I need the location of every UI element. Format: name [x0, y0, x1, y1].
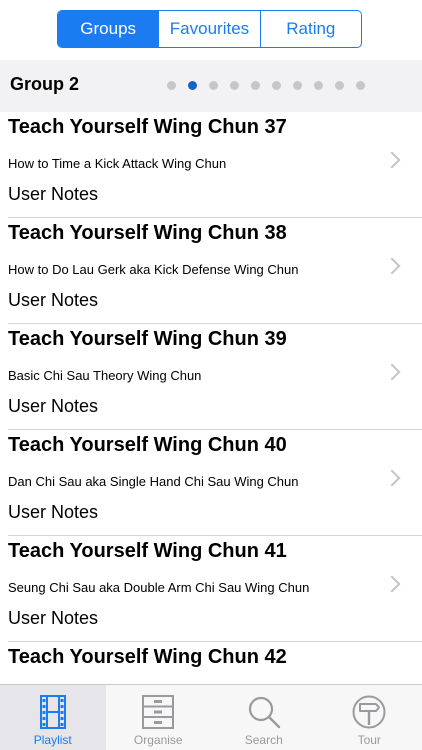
item-title: Teach Yourself Wing Chun 37	[8, 116, 287, 138]
item-subtitle: Dan Chi Sau aka Single Hand Chi Sau Wing…	[8, 474, 299, 489]
tab-label: Playlist	[33, 733, 72, 747]
item-subtitle: How to Do Lau Gerk aka Kick Defense Wing…	[8, 262, 299, 277]
film-strip-icon	[39, 695, 66, 729]
item-title: Teach Yourself Wing Chun 38	[8, 222, 287, 244]
tab-bar: Playlist Organise Search Tour	[0, 684, 422, 750]
tab-organise[interactable]: Organise	[106, 685, 212, 750]
item-subtitle: Seung Chi Sau aka Double Arm Chi Sau Win…	[8, 580, 310, 595]
item-subtitle: Basic Chi Sau Theory Wing Chun	[8, 368, 202, 383]
item-notes: User Notes	[8, 608, 99, 628]
page-dot[interactable]	[356, 81, 365, 90]
list-item[interactable]: Teach Yourself Wing Chun 38 How to Do La…	[8, 218, 422, 324]
chevron-right-icon	[383, 363, 401, 381]
signpost-icon	[352, 695, 386, 729]
tab-search[interactable]: Search	[211, 685, 317, 750]
item-subtitle: How to Time a Kick Attack Wing Chun	[8, 156, 227, 171]
tab-label: Tour	[357, 733, 381, 747]
tab-label: Search	[244, 733, 283, 747]
item-title: Teach Yourself Wing Chun 39	[8, 328, 287, 350]
page-dot[interactable]	[251, 81, 260, 90]
segment-groups[interactable]: Groups	[58, 11, 159, 47]
page-dot[interactable]	[188, 81, 197, 90]
page-dot[interactable]	[335, 81, 344, 90]
list-item[interactable]: Teach Yourself Wing Chun 42	[8, 642, 422, 686]
page-dot[interactable]	[209, 81, 218, 90]
segment-bar: Groups Favourites Rating	[0, 0, 422, 60]
tab-playlist[interactable]: Playlist	[0, 685, 106, 750]
page-dot[interactable]	[272, 81, 281, 90]
playlist-list: Teach Yourself Wing Chun 37 How to Time …	[0, 112, 422, 686]
item-notes: User Notes	[8, 396, 99, 416]
page-indicator[interactable]	[167, 81, 377, 90]
chevron-right-icon	[383, 151, 401, 169]
item-title: Teach Yourself Wing Chun 42	[8, 646, 287, 668]
page-dot[interactable]	[167, 81, 176, 90]
magnifier-icon	[248, 696, 280, 729]
page-dot[interactable]	[314, 81, 323, 90]
group-header: Group 2	[0, 60, 422, 112]
item-notes: User Notes	[8, 502, 99, 522]
list-item[interactable]: Teach Yourself Wing Chun 37 How to Time …	[8, 112, 422, 218]
page-dot[interactable]	[293, 81, 302, 90]
item-title: Teach Yourself Wing Chun 40	[8, 434, 287, 456]
page-dot[interactable]	[230, 81, 239, 90]
item-notes: User Notes	[8, 290, 99, 310]
segment-rating[interactable]: Rating	[259, 11, 361, 47]
item-notes: User Notes	[8, 184, 99, 204]
drawer-cabinet-icon	[142, 695, 175, 729]
tab-tour[interactable]: Tour	[317, 685, 422, 750]
item-title: Teach Yourself Wing Chun 41	[8, 540, 287, 562]
tab-label: Organise	[133, 733, 183, 747]
chevron-right-icon	[383, 469, 401, 487]
segment-favourites[interactable]: Favourites	[158, 11, 259, 47]
list-item[interactable]: Teach Yourself Wing Chun 39 Basic Chi Sa…	[8, 324, 422, 430]
group-title: Group 2	[10, 74, 80, 94]
list-item[interactable]: Teach Yourself Wing Chun 41 Seung Chi Sa…	[8, 536, 422, 642]
chevron-right-icon	[383, 257, 401, 275]
chevron-right-icon	[383, 575, 401, 593]
segmented-control: Groups Favourites Rating	[57, 10, 362, 48]
list-item[interactable]: Teach Yourself Wing Chun 40 Dan Chi Sau …	[8, 430, 422, 536]
